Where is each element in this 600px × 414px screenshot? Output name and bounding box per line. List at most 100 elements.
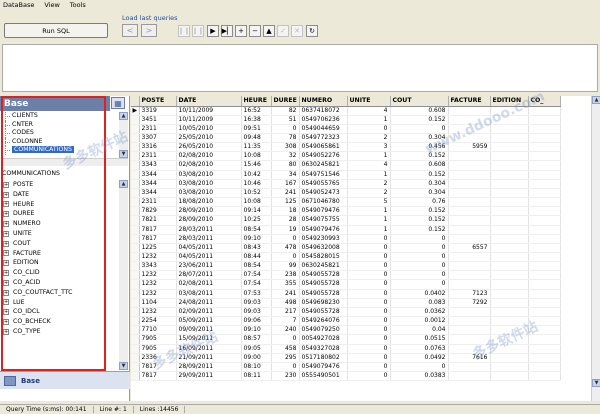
table-cell[interactable] [490, 142, 529, 153]
column-header[interactable]: CO_ [528, 96, 561, 107]
table-cell[interactable] [528, 115, 561, 125]
table-cell[interactable]: 0549079476 [299, 362, 348, 373]
post-edit-icon[interactable]: ✓ [277, 25, 289, 37]
table-cell[interactable] [490, 334, 529, 345]
table-cell[interactable]: 0 [347, 325, 391, 336]
table-cell[interactable] [490, 234, 529, 244]
row-indicator[interactable] [131, 353, 140, 363]
table-cell[interactable]: 10/11/2009 [176, 106, 242, 116]
table-cell[interactable] [490, 289, 529, 299]
table-cell[interactable]: 0 [347, 298, 391, 308]
table-cell[interactable]: 1232 [139, 289, 177, 299]
row-indicator[interactable] [131, 215, 140, 226]
column-header[interactable]: DUREE [271, 96, 300, 107]
table-cell[interactable] [528, 215, 561, 226]
table-cell[interactable]: 0 [390, 124, 449, 134]
table-cell[interactable]: 0.083 [390, 298, 449, 308]
table-cell[interactable]: 0549079476 [299, 206, 348, 217]
table-cell[interactable]: 0.152 [390, 225, 449, 235]
table-cell[interactable]: 0 [347, 261, 391, 272]
table-cell[interactable]: 02/08/2011 [176, 279, 242, 290]
table-cell[interactable]: 28/09/2010 [176, 215, 242, 226]
table-cell[interactable]: 230 [271, 371, 300, 382]
table-cell[interactable]: 0.0362 [390, 307, 449, 318]
table-cell[interactable]: 0.0515 [390, 334, 449, 345]
row-indicator[interactable] [131, 142, 140, 153]
table-cell[interactable] [490, 353, 529, 363]
column-header[interactable]: UNITE [347, 96, 391, 107]
next-query-button[interactable]: > [141, 24, 157, 37]
table-row[interactable]: 7710 09/09/2011 09:10 240 0549079250 0 0.04 [131, 325, 561, 336]
table-cell[interactable]: 0.0402 [390, 289, 449, 299]
prior-record-icon[interactable]: ❙❙ [192, 25, 204, 37]
table-cell[interactable]: 18/08/2010 [176, 197, 242, 208]
table-cell[interactable]: 0 [347, 334, 391, 345]
table-cell[interactable]: 09:10 [241, 234, 272, 244]
table-cell[interactable]: 0549698230 [299, 298, 348, 308]
table-cell[interactable]: 0 [390, 261, 449, 272]
table-cell[interactable]: 0.04 [390, 325, 449, 336]
table-cell[interactable] [528, 197, 561, 208]
table-cell[interactable]: 0555490501 [299, 371, 348, 382]
grid-view-icon[interactable]: ▦ [111, 97, 125, 109]
row-indicator[interactable] [131, 151, 140, 162]
table-cell[interactable] [490, 325, 529, 336]
table-cell[interactable] [490, 252, 529, 263]
table-cell[interactable] [490, 279, 529, 290]
row-indicator[interactable] [131, 160, 140, 171]
insert-record-icon[interactable]: + [235, 25, 247, 37]
row-indicator[interactable] [131, 124, 140, 134]
table-cell[interactable]: 0549075755 [299, 215, 348, 226]
row-indicator[interactable] [131, 188, 140, 199]
table-cell[interactable]: 7817 [139, 371, 177, 382]
scroll-up-icon[interactable]: ▲ [119, 180, 128, 188]
next-record-icon[interactable]: ▶ [207, 25, 219, 37]
table-cell[interactable]: 0549264076 [299, 316, 348, 327]
column-header[interactable]: HEURE [241, 96, 272, 107]
table-row[interactable]: 3307 25/05/2010 09:48 78 0549772323 2 0.304 [131, 133, 561, 144]
table-cell[interactable]: 25/05/2010 [176, 133, 242, 144]
table-cell[interactable]: 1 [347, 206, 391, 217]
row-indicator[interactable] [131, 206, 140, 217]
table-cell[interactable] [490, 225, 529, 235]
table-cell[interactable] [448, 215, 491, 226]
table-cell[interactable]: 3319 [139, 106, 177, 116]
table-cell[interactable] [528, 270, 561, 281]
results-grid[interactable]: POSTE DATE HEURE DUREE NUMERO UNITE COUT FACTUR… [131, 96, 600, 401]
table-cell[interactable]: 7817 [139, 362, 177, 373]
table-cell[interactable]: 2311 [139, 124, 177, 134]
table-cell[interactable] [448, 270, 491, 281]
table-cell[interactable]: 08:54 [241, 225, 272, 235]
row-indicator[interactable] [131, 307, 140, 318]
table-cell[interactable] [490, 307, 529, 318]
table-cell[interactable]: 0549751546 [299, 170, 348, 180]
table-cell[interactable]: 0 [390, 362, 449, 373]
table-cell[interactable] [490, 261, 529, 272]
table-cell[interactable]: 2 [347, 179, 391, 189]
table-cell[interactable] [528, 252, 561, 263]
table-row[interactable]: 7817 28/09/2011 08:10 0 0549079476 0 0 [131, 362, 561, 373]
table-cell[interactable]: 09:14 [241, 206, 272, 217]
table-cell[interactable]: 7905 [139, 344, 177, 354]
table-cell[interactable]: 1232 [139, 270, 177, 281]
table-row[interactable]: 1225 04/05/2011 08:43 478 0549632008 0 0 6557 [131, 243, 561, 254]
table-cell[interactable]: 29/09/2011 [176, 371, 242, 382]
table-cell[interactable] [490, 371, 529, 382]
table-cell[interactable]: 1 [347, 215, 391, 226]
table-cell[interactable]: 02/09/2011 [176, 307, 242, 318]
table-cell[interactable]: 07:53 [241, 289, 272, 299]
table-cell[interactable] [528, 298, 561, 308]
row-indicator[interactable] [131, 234, 140, 244]
table-cell[interactable]: 4 [347, 106, 391, 116]
table-cell[interactable] [528, 344, 561, 354]
table-row[interactable]: 3344 03/08/2010 10:42 34 0549751546 1 0.152 [131, 170, 561, 180]
table-cell[interactable]: 09:00 [241, 353, 272, 363]
table-cell[interactable]: 0.304 [390, 179, 449, 189]
table-cell[interactable]: 0 [347, 252, 391, 263]
table-cell[interactable]: 7821 [139, 215, 177, 226]
table-cell[interactable] [448, 133, 491, 144]
table-cell[interactable]: 28/03/2011 [176, 234, 242, 244]
table-row[interactable]: 1104 24/08/2011 09:03 498 0549698230 0 0.083 72… [131, 298, 561, 308]
table-cell[interactable] [490, 270, 529, 281]
table-cell[interactable]: 0 [347, 124, 391, 134]
